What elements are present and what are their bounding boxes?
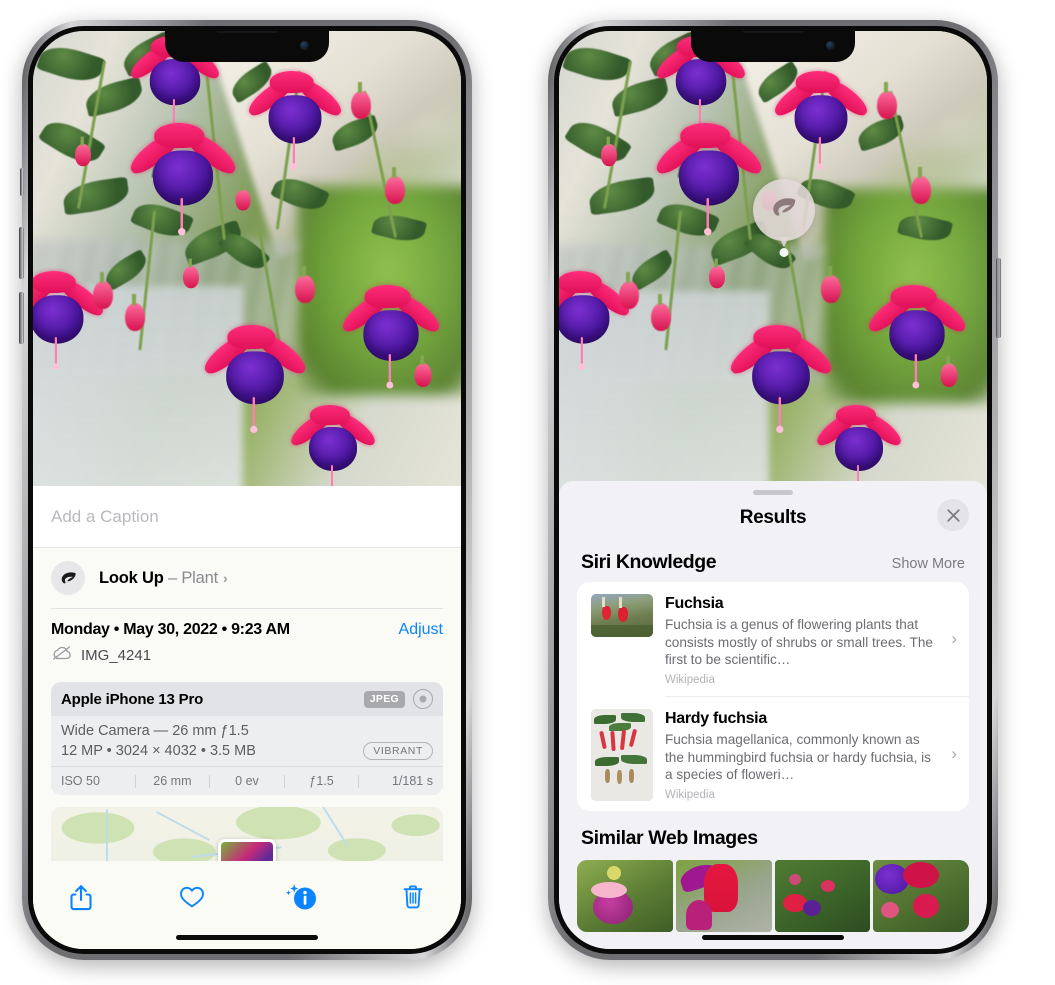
- photo-metadata: Monday • May 30, 2022 • 9:23 AM Adjust I…: [33, 609, 461, 672]
- look-up-label: Look Up – Plant ›: [99, 568, 228, 588]
- exif-shutter: 1/181 s: [391, 774, 433, 788]
- volume-down-button[interactable]: [19, 292, 24, 344]
- spec-line: 12 MP • 3024 × 4032 • 3.5 MB: [61, 743, 256, 759]
- bezel-right: Results Siri Knowledge Show More Fuchsia…: [554, 26, 992, 954]
- adjust-button[interactable]: Adjust: [399, 621, 443, 639]
- exif-focal: 26 mm: [153, 774, 192, 788]
- iphone-right: Results Siri Knowledge Show More Fuchsia…: [548, 20, 1001, 960]
- look-up-row[interactable]: ✦ ✦ Look Up – Plant›: [33, 541, 461, 608]
- close-icon[interactable]: [937, 499, 969, 531]
- leaf-icon: [769, 193, 799, 228]
- web-image-2[interactable]: [675, 860, 772, 933]
- look-up-title: Look Up: [99, 568, 164, 587]
- results-sheet: Results Siri Knowledge Show More Fuchsia…: [559, 481, 987, 949]
- camera-device-name: Apple iPhone 13 Pro: [61, 690, 204, 708]
- photographic-style-badge: VIBRANT: [363, 742, 433, 760]
- format-badge: JPEG: [363, 690, 405, 708]
- front-camera-icon: [300, 41, 309, 50]
- heart-icon[interactable]: [172, 877, 212, 917]
- caption-input[interactable]: Add a Caption: [51, 507, 159, 527]
- knowledge-source: Wikipedia: [665, 674, 715, 687]
- thumbnail-fuchsia: [591, 594, 653, 637]
- lens-line: Wide Camera — 26 mm ƒ1.5: [61, 723, 249, 739]
- results-title: Results: [739, 507, 807, 528]
- knowledge-description: Fuchsia magellanica, commonly known as t…: [665, 732, 931, 783]
- mute-switch[interactable]: [20, 168, 24, 196]
- notch-left: [165, 31, 329, 62]
- leaf-icon: [51, 561, 85, 595]
- camera-body: Wide Camera — 26 mm ƒ1.5 12 MP • 3024 × …: [51, 716, 443, 766]
- sparkle-icon-large: ✦: [33, 540, 35, 558]
- exif-ev: 0 ev: [235, 774, 259, 788]
- web-image-1[interactable]: [577, 860, 673, 933]
- look-up-subject: Plant: [181, 568, 218, 587]
- chevron-right-icon: ›: [951, 744, 957, 764]
- knowledge-title: Fuchsia: [665, 595, 724, 612]
- knowledge-source: Wikipedia: [665, 789, 715, 802]
- similar-web-images-strip[interactable]: [559, 860, 987, 933]
- knowledge-description: Fuchsia is a genus of flowering plants t…: [665, 617, 933, 668]
- photo-viewer-right[interactable]: [559, 31, 987, 496]
- aperture-icon: [413, 689, 433, 709]
- look-up-dash: –: [163, 568, 182, 587]
- front-camera-icon: [826, 41, 835, 50]
- camera-info-card: Apple iPhone 13 Pro JPEG Wide Camera — 2…: [51, 682, 443, 795]
- web-image-3[interactable]: [774, 860, 871, 933]
- exif-aperture: ƒ1.5: [309, 774, 334, 788]
- photo-foliage: [559, 31, 987, 496]
- photo-viewer-left[interactable]: [33, 31, 461, 486]
- screen-left: Add a Caption ✦ ✦ Look Up – Plant› Monda…: [33, 31, 461, 949]
- share-icon[interactable]: [61, 877, 101, 917]
- home-indicator[interactable]: [702, 935, 844, 940]
- power-button[interactable]: [996, 258, 1001, 338]
- screen-right: Results Siri Knowledge Show More Fuchsia…: [559, 31, 987, 949]
- earpiece-speaker: [216, 31, 278, 33]
- similar-web-images-header: Similar Web Images: [559, 811, 987, 856]
- chevron-right-icon: ›: [951, 629, 957, 648]
- photo-filename: IMG_4241: [81, 647, 152, 664]
- siri-knowledge-header: Siri Knowledge Show More: [559, 541, 987, 582]
- camera-header: Apple iPhone 13 Pro JPEG: [51, 682, 443, 716]
- bezel-left: Add a Caption ✦ ✦ Look Up – Plant› Monda…: [28, 26, 466, 954]
- chevron-right-icon: ›: [222, 569, 228, 586]
- home-indicator[interactable]: [176, 935, 318, 940]
- thumbnail-hardy-fuchsia: [591, 709, 653, 802]
- results-header: Results: [559, 495, 987, 541]
- siri-knowledge-card: Fuchsia Fuchsia is a genus of flowering …: [577, 582, 969, 812]
- caption-field-row[interactable]: Add a Caption: [33, 486, 461, 548]
- trash-icon[interactable]: [393, 877, 433, 917]
- knowledge-item-fuchsia[interactable]: Fuchsia Fuchsia is a genus of flowering …: [577, 582, 969, 696]
- exif-row: ISO 50 26 mm 0 ev ƒ1.5 1/181 s: [51, 766, 443, 795]
- info-sparkle-icon[interactable]: [282, 877, 322, 917]
- notch-right: [691, 31, 855, 62]
- web-image-4[interactable]: [873, 860, 969, 933]
- exif-iso: ISO 50: [61, 774, 100, 788]
- show-more-button[interactable]: Show More: [892, 556, 965, 572]
- iphone-left: Add a Caption ✦ ✦ Look Up – Plant› Monda…: [19, 20, 472, 960]
- photo-info-sheet: Add a Caption ✦ ✦ Look Up – Plant› Monda…: [33, 486, 461, 949]
- siri-knowledge-title: Siri Knowledge: [581, 551, 717, 573]
- knowledge-item-hardy-fuchsia[interactable]: Hardy fuchsia Fuchsia magellanica, commo…: [577, 697, 969, 811]
- similar-web-images-title: Similar Web Images: [581, 827, 758, 850]
- look-up-bubble[interactable]: [753, 179, 815, 247]
- icloud-slash-icon: [51, 645, 73, 666]
- photo-date: Monday • May 30, 2022 • 9:23 AM: [51, 621, 290, 638]
- volume-up-button[interactable]: [19, 227, 24, 279]
- earpiece-speaker: [742, 31, 804, 33]
- knowledge-title: Hardy fuchsia: [665, 710, 767, 728]
